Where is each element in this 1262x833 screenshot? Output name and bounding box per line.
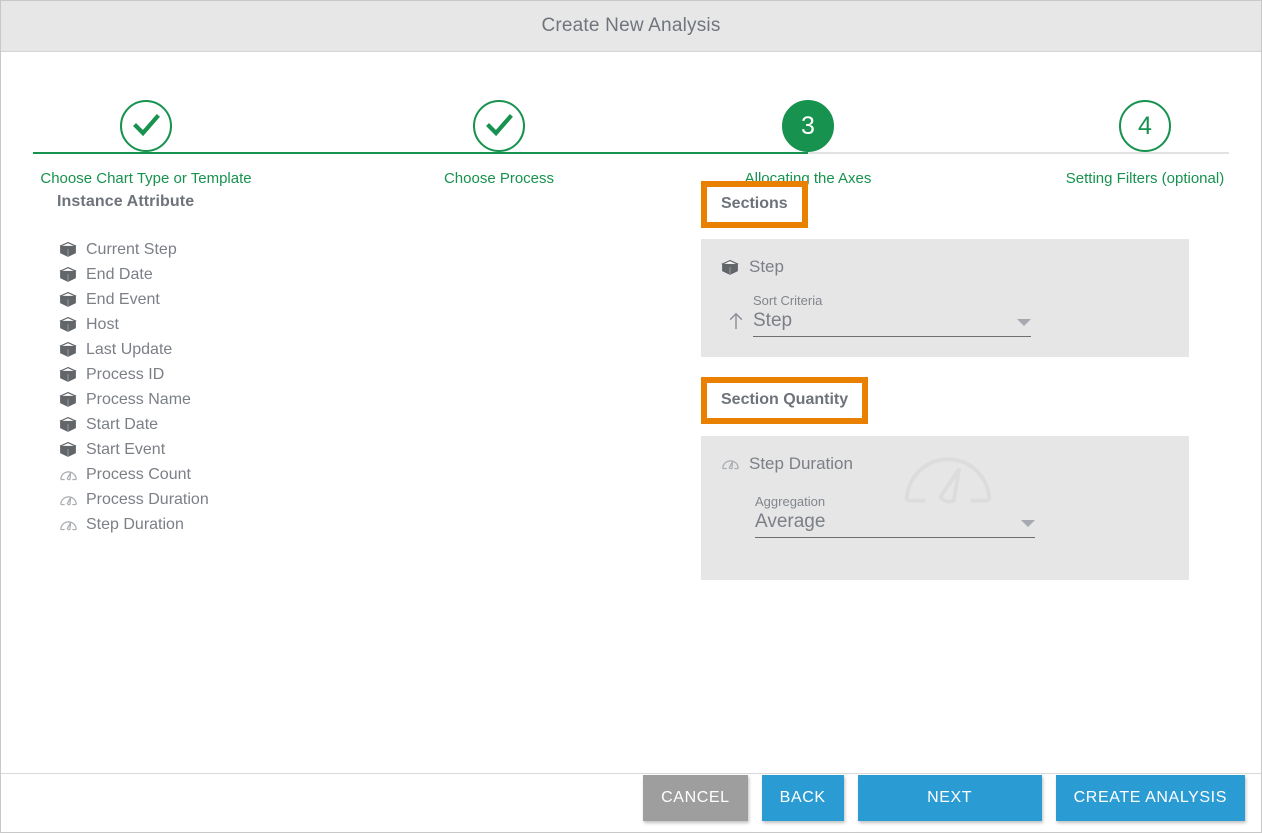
create-analysis-dialog: Create New Analysis Choose Chart Type or…	[0, 0, 1262, 833]
aggregation-field-row: Aggregation Average	[719, 494, 1171, 538]
arrow-up-icon[interactable]	[719, 311, 753, 337]
sort-criteria-select[interactable]: Step	[753, 310, 1031, 337]
stepper-number-3: 3	[801, 114, 815, 139]
stepper-number-4: 4	[1138, 114, 1152, 139]
cancel-button[interactable]: CANCEL	[643, 775, 748, 821]
stepper-circle-3: 3	[782, 100, 834, 152]
check-icon	[131, 111, 161, 141]
list-item-label: Current Step	[86, 241, 177, 259]
sections-dropzone-card[interactable]: Step Sort Criteria Step	[701, 239, 1189, 357]
chevron-down-icon[interactable]	[1021, 520, 1035, 527]
list-item[interactable]: Step Duration	[57, 512, 387, 537]
cube-icon	[719, 257, 741, 277]
sections-highlight-box: Sections	[701, 181, 808, 228]
cube-icon	[57, 440, 79, 460]
chevron-down-icon[interactable]	[1017, 319, 1031, 326]
sections-highlight: Sections	[701, 181, 808, 228]
sections-card-header: Step	[719, 255, 1171, 279]
list-item-label: End Event	[86, 291, 160, 309]
stepper-step-1[interactable]: Choose Chart Type or Template	[36, 52, 256, 187]
cube-icon	[57, 390, 79, 410]
sort-criteria-field[interactable]: Sort Criteria Step	[753, 293, 1031, 337]
sort-criteria-value: Step	[753, 310, 792, 332]
stepper-circle-2	[473, 100, 525, 152]
list-item-label: Start Date	[86, 416, 158, 434]
section-quantity-card-header: Step Duration	[719, 452, 1171, 476]
list-item-label: Host	[86, 316, 119, 334]
sort-criteria-label: Sort Criteria	[753, 293, 1031, 308]
list-item[interactable]: Start Date	[57, 412, 387, 437]
stepper-circle-4: 4	[1119, 100, 1171, 152]
cube-icon	[57, 290, 79, 310]
sections-label: Sections	[721, 195, 788, 212]
list-item-label: Process Name	[86, 391, 191, 409]
list-item[interactable]: End Date	[57, 262, 387, 287]
list-item[interactable]: Current Step	[57, 237, 387, 262]
cube-icon	[57, 365, 79, 385]
list-item[interactable]: Process ID	[57, 362, 387, 387]
gauge-icon	[719, 454, 741, 474]
gauge-icon	[57, 465, 79, 485]
list-item[interactable]: Start Event	[57, 437, 387, 462]
cube-icon	[57, 265, 79, 285]
create-analysis-button[interactable]: CREATE ANALYSIS	[1056, 775, 1245, 821]
section-quantity-highlight: Section Quantity	[701, 377, 868, 424]
list-item-label: Step Duration	[86, 516, 184, 534]
instance-attribute-heading: Instance Attribute	[57, 193, 387, 211]
sections-card-attribute: Step	[749, 257, 784, 277]
section-quantity-dropzone-card[interactable]: Step Duration Aggregation Average	[701, 436, 1189, 580]
gauge-icon	[57, 490, 79, 510]
list-item[interactable]: Process Name	[57, 387, 387, 412]
list-item[interactable]: Host	[57, 312, 387, 337]
dialog-title: Create New Analysis	[541, 15, 720, 37]
stepper-label-1: Choose Chart Type or Template	[36, 170, 256, 187]
list-item[interactable]: Process Count	[57, 462, 387, 487]
list-item-label: Start Event	[86, 441, 165, 459]
gauge-icon	[57, 515, 79, 535]
list-item-label: Last Update	[86, 341, 172, 359]
section-quantity-card-attribute: Step Duration	[749, 454, 853, 474]
section-quantity-label: Section Quantity	[721, 391, 848, 408]
stepper-step-3[interactable]: 3 Allocating the Axes	[698, 52, 918, 187]
stepper-step-2[interactable]: Choose Process	[389, 52, 609, 187]
axes-allocation-panel: Sections Step Sort Criteria Step	[701, 181, 1211, 580]
cube-icon	[57, 315, 79, 335]
aggregation-field[interactable]: Aggregation Average	[755, 494, 1035, 538]
stepper-circle-1	[120, 100, 172, 152]
aggregation-value: Average	[755, 511, 825, 533]
dialog-titlebar: Create New Analysis	[1, 1, 1261, 52]
list-item-label: End Date	[86, 266, 153, 284]
list-item[interactable]: Last Update	[57, 337, 387, 362]
list-item-label: Process ID	[86, 366, 164, 384]
list-item[interactable]: End Event	[57, 287, 387, 312]
back-button[interactable]: BACK	[762, 775, 844, 821]
cube-icon	[57, 415, 79, 435]
section-quantity-highlight-box: Section Quantity	[701, 377, 868, 424]
wizard-stepper: Choose Chart Type or Template Choose Pro…	[1, 52, 1261, 170]
cube-icon	[57, 340, 79, 360]
check-icon	[484, 111, 514, 141]
aggregation-select[interactable]: Average	[755, 511, 1035, 538]
instance-attribute-panel: Instance Attribute Current Step End Date…	[57, 193, 387, 537]
footer-button-row: CANCEL BACK NEXT CREATE ANALYSIS	[643, 775, 1245, 821]
aggregation-label: Aggregation	[755, 494, 1035, 509]
list-item-label: Process Count	[86, 466, 191, 484]
next-button[interactable]: NEXT	[858, 775, 1042, 821]
instance-attribute-list: Current Step End Date End Event Host	[57, 237, 387, 537]
cube-icon	[57, 240, 79, 260]
stepper-label-2: Choose Process	[389, 170, 609, 187]
list-item[interactable]: Process Duration	[57, 487, 387, 512]
dialog-footer: CANCEL BACK NEXT CREATE ANALYSIS	[1, 773, 1261, 833]
stepper-step-4[interactable]: 4 Setting Filters (optional)	[1035, 52, 1255, 187]
list-item-label: Process Duration	[86, 491, 209, 509]
sections-field-row: Sort Criteria Step	[719, 293, 1171, 337]
